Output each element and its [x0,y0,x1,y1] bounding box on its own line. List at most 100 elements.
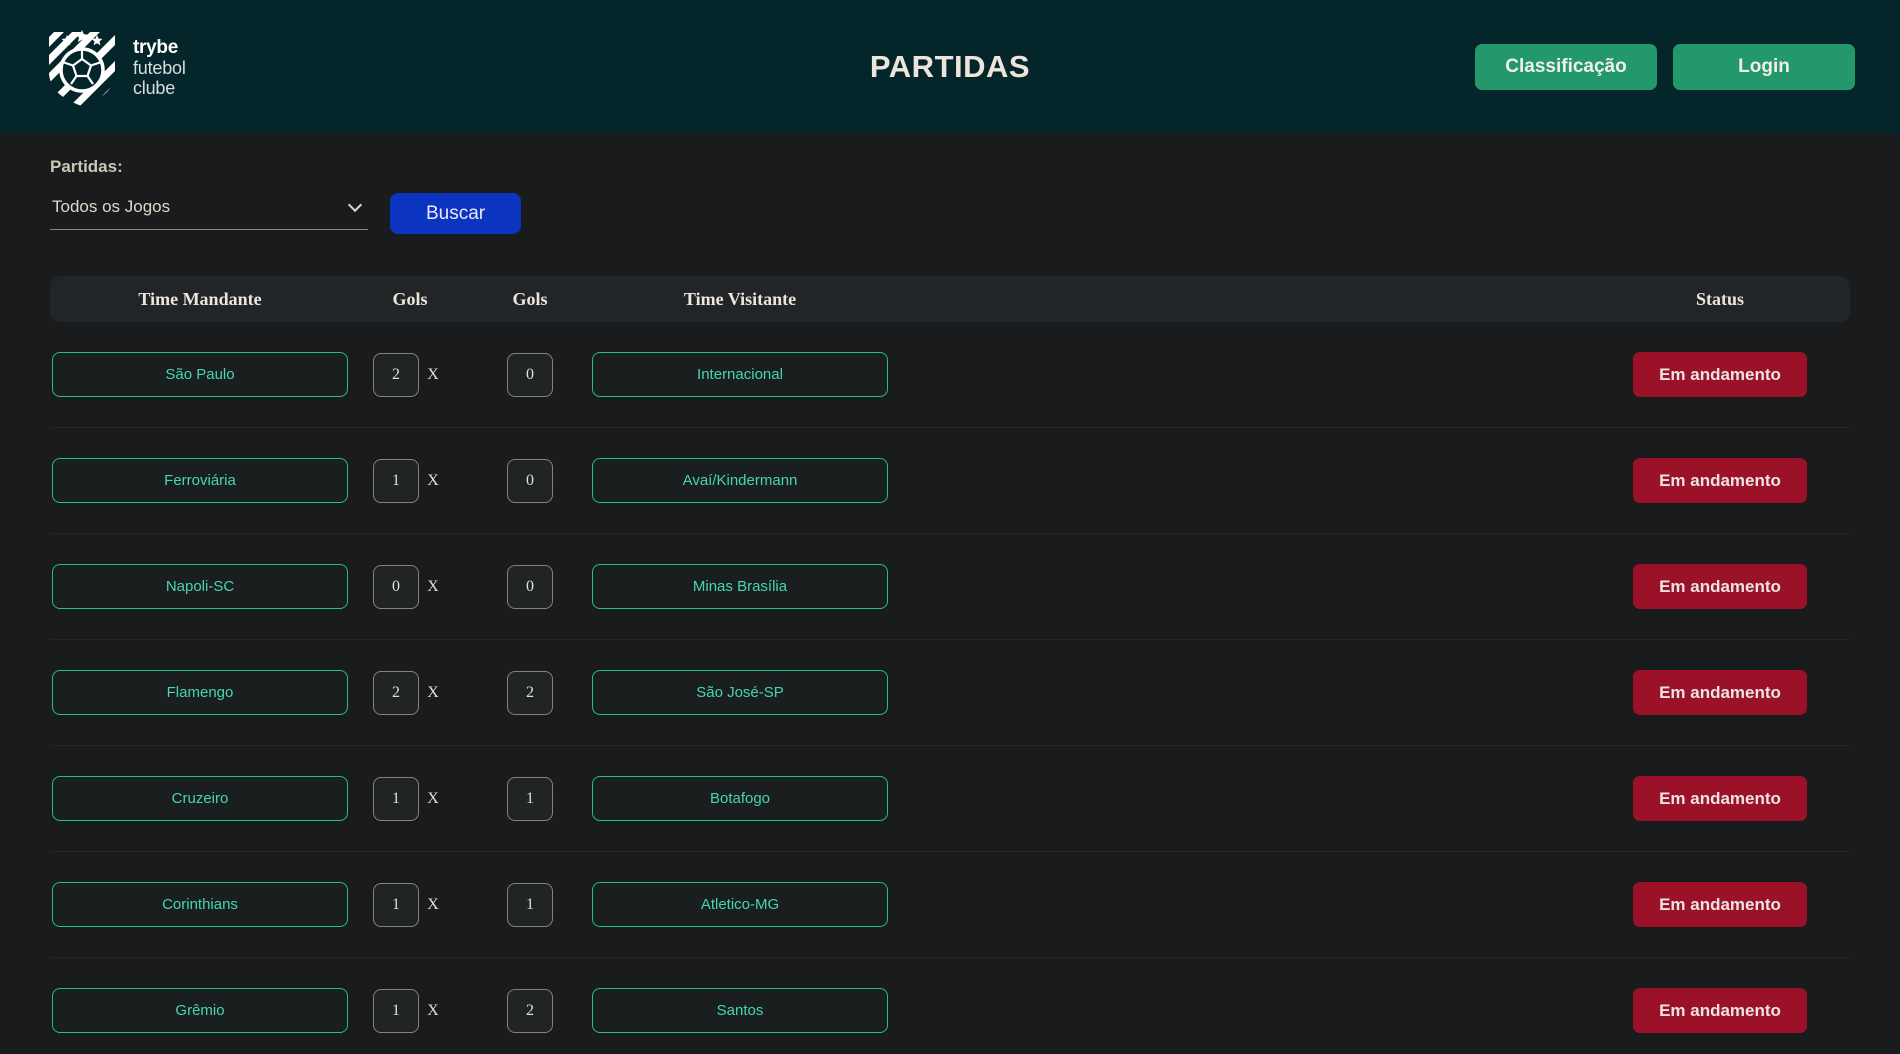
site-header: trybe futebol clube PARTIDAS Classificaç… [0,0,1900,133]
home-team-box[interactable]: Cruzeiro [52,776,348,821]
versus-separator: X [419,790,447,808]
away-goals-box[interactable]: 0 [507,565,553,609]
cell-status: Em andamento [1590,776,1850,821]
cell-away-goals: 1 [470,777,590,821]
cell-away-team: Minas Brasília [590,564,890,609]
home-team-box[interactable]: São Paulo [52,352,348,397]
cell-away-team: Avaí/Kindermann [590,458,890,503]
cell-away-goals: 2 [470,671,590,715]
cell-away-team: Botafogo [590,776,890,821]
cell-away-team: São José-SP [590,670,890,715]
cell-away-goals: 2 [470,989,590,1033]
cell-away-goals: 0 [470,565,590,609]
cell-home-team: Napoli-SC [50,564,350,609]
home-goals-box[interactable]: 1 [373,989,419,1033]
cell-home-team: São Paulo [50,352,350,397]
column-header-away-team: Time Visitante [590,289,890,310]
header-actions: Classificação Login [1475,44,1855,90]
home-team-box[interactable]: Corinthians [52,882,348,927]
cell-home-goals: 1X [350,459,470,503]
cell-home-team: Cruzeiro [50,776,350,821]
table-row: Napoli-SC0X0Minas BrasíliaEm andamento [50,534,1850,640]
home-team-box[interactable]: Ferroviária [52,458,348,503]
home-goals-box[interactable]: 1 [373,883,419,927]
matches-filter-select-wrapper[interactable]: Todos os Jogos [50,193,368,230]
versus-separator: X [419,684,447,702]
cell-home-team: Ferroviária [50,458,350,503]
table-row: Cruzeiro1X1BotafogoEm andamento [50,746,1850,852]
status-badge[interactable]: Em andamento [1633,988,1807,1033]
brand-line-3: clube [133,78,186,98]
column-header-home-team: Time Mandante [50,289,350,310]
cell-home-goals: 1X [350,989,470,1033]
cell-home-team: Corinthians [50,882,350,927]
status-badge[interactable]: Em andamento [1633,564,1807,609]
away-team-box[interactable]: Internacional [592,352,888,397]
brand-logo[interactable]: trybe futebol clube [45,26,186,108]
cell-away-goals: 0 [470,459,590,503]
cell-home-goals: 2X [350,671,470,715]
cell-away-team: Internacional [590,352,890,397]
brand-line-1: trybe [133,37,186,58]
matches-table: Time Mandante Gols Gols Time Visitante S… [50,276,1850,1054]
table-row: Grêmio1X2SantosEm andamento [50,958,1850,1054]
cell-home-goals: 1X [350,883,470,927]
away-team-box[interactable]: Botafogo [592,776,888,821]
cell-status: Em andamento [1590,670,1850,715]
table-row: São Paulo2X0InternacionalEm andamento [50,322,1850,428]
table-header-row: Time Mandante Gols Gols Time Visitante S… [50,276,1850,322]
away-team-box[interactable]: Atletico-MG [592,882,888,927]
away-goals-box[interactable]: 2 [507,989,553,1033]
filter-label: Partidas: [50,157,1850,177]
filter-bar: Partidas: Todos os Jogos Buscar [0,133,1900,234]
cell-away-goals: 1 [470,883,590,927]
column-header-status: Status [1590,289,1850,310]
away-goals-box[interactable]: 1 [507,883,553,927]
away-team-box[interactable]: São José-SP [592,670,888,715]
table-row: Corinthians1X1Atletico-MGEm andamento [50,852,1850,958]
login-button[interactable]: Login [1673,44,1855,90]
cell-status: Em andamento [1590,988,1850,1033]
status-badge[interactable]: Em andamento [1633,882,1807,927]
cell-away-team: Atletico-MG [590,882,890,927]
column-header-home-goals: Gols [350,289,470,310]
cell-status: Em andamento [1590,458,1850,503]
versus-separator: X [419,1002,447,1020]
home-team-box[interactable]: Flamengo [52,670,348,715]
versus-separator: X [419,578,447,596]
cell-home-team: Grêmio [50,988,350,1033]
home-team-box[interactable]: Napoli-SC [52,564,348,609]
away-team-box[interactable]: Avaí/Kindermann [592,458,888,503]
away-goals-box[interactable]: 0 [507,459,553,503]
matches-filter-select[interactable]: Todos os Jogos [50,193,368,220]
versus-separator: X [419,366,447,384]
status-badge[interactable]: Em andamento [1633,670,1807,715]
cell-home-goals: 2X [350,353,470,397]
away-goals-box[interactable]: 1 [507,777,553,821]
home-team-box[interactable]: Grêmio [52,988,348,1033]
column-header-away-goals: Gols [470,289,590,310]
home-goals-box[interactable]: 2 [373,353,419,397]
versus-separator: X [419,472,447,490]
cell-status: Em andamento [1590,564,1850,609]
soccer-ball-shield-logo-icon [45,26,119,108]
home-goals-box[interactable]: 2 [373,671,419,715]
home-goals-box[interactable]: 1 [373,777,419,821]
brand-line-2: futebol [133,58,186,78]
away-goals-box[interactable]: 2 [507,671,553,715]
status-badge[interactable]: Em andamento [1633,352,1807,397]
classification-button[interactable]: Classificação [1475,44,1657,90]
cell-status: Em andamento [1590,882,1850,927]
search-button[interactable]: Buscar [390,193,521,234]
filter-row: Todos os Jogos Buscar [50,193,1850,234]
away-team-box[interactable]: Minas Brasília [592,564,888,609]
away-team-box[interactable]: Santos [592,988,888,1033]
status-badge[interactable]: Em andamento [1633,458,1807,503]
home-goals-box[interactable]: 0 [373,565,419,609]
away-goals-box[interactable]: 0 [507,353,553,397]
cell-away-goals: 0 [470,353,590,397]
status-badge[interactable]: Em andamento [1633,776,1807,821]
home-goals-box[interactable]: 1 [373,459,419,503]
versus-separator: X [419,896,447,914]
cell-away-team: Santos [590,988,890,1033]
